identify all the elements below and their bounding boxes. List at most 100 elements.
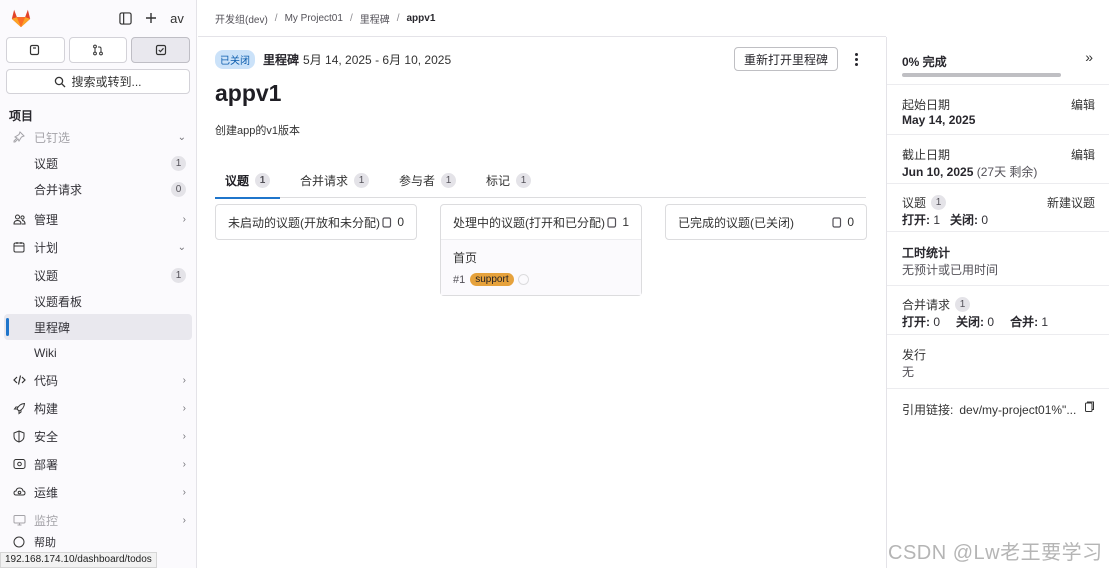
- issues-summary-section: 议题 1 打开: 1 关闭: 0 新建议题: [887, 184, 1109, 232]
- calendar-icon: [12, 240, 26, 254]
- board-count-value: 1: [622, 215, 629, 229]
- sidebar-item-build[interactable]: 构建 ›: [0, 395, 196, 421]
- breadcrumb-item-project[interactable]: My Project01: [285, 13, 343, 24]
- more-actions-kebab-icon[interactable]: [846, 47, 866, 71]
- sidebar-item-label: 议题看板: [34, 294, 83, 309]
- sidebar-item-label: 已钉选: [34, 130, 71, 145]
- breadcrumb-item-group[interactable]: 开发组(dev): [215, 11, 268, 26]
- sidebar-item-label: 运维: [34, 485, 59, 500]
- sidebar-item-label: 部署: [34, 457, 59, 472]
- board-count-value: 0: [847, 215, 854, 229]
- issue-label-pill[interactable]: support: [470, 273, 514, 286]
- edit-start-date-link[interactable]: 编辑: [1071, 96, 1095, 113]
- chevron-right-icon: ›: [182, 486, 186, 498]
- create-new-plus-icon[interactable]: [138, 5, 164, 31]
- issues-tab-icon[interactable]: [6, 37, 65, 63]
- board-header: 未启动的议题(开放和未分配) 0: [216, 205, 416, 239]
- new-issue-link[interactable]: 新建议题: [1047, 194, 1095, 211]
- progress-text: 0% 完成: [902, 55, 947, 69]
- sidebar-quick-tabs: [0, 36, 196, 63]
- sidebar-item-deploy[interactable]: 部署 ›: [0, 451, 196, 477]
- help-icon: [12, 535, 26, 549]
- search-or-goto-button[interactable]: 搜索或转到...: [6, 69, 190, 94]
- board-count-value: 0: [397, 215, 404, 229]
- count-badge: 1: [354, 173, 370, 188]
- progress-section: 0% 完成 »: [887, 37, 1109, 85]
- issue-card-title[interactable]: 首页: [453, 249, 629, 266]
- sidebar-item-label: 帮助: [34, 537, 56, 549]
- sidebar-item-milestones[interactable]: 里程碑: [4, 314, 192, 340]
- tab-merge-requests[interactable]: 合并请求 1: [290, 163, 379, 198]
- sidebar-item-code[interactable]: 代码 ›: [0, 367, 196, 393]
- todos-tab-icon[interactable]: [131, 37, 191, 63]
- rocket-icon: [12, 401, 26, 415]
- milestone-header: 已关闭 里程碑 5月 14, 2025 - 6月 10, 2025 重新打开里程…: [215, 46, 866, 72]
- sidebar-item-wiki[interactable]: Wiki: [0, 340, 196, 366]
- sidebar-item-label: 管理: [34, 212, 59, 227]
- open-label: 打开:: [902, 213, 930, 227]
- due-date-remaining: (27天 剩余): [976, 165, 1038, 179]
- sidebar-item-operate[interactable]: 运维 ›: [0, 479, 196, 505]
- tab-participants[interactable]: 参与者 1: [389, 163, 466, 198]
- status-badge: 已关闭: [215, 49, 255, 69]
- count-badge: 0: [171, 181, 186, 197]
- releases-label: 发行: [902, 348, 927, 362]
- sidebar-top-bar: av: [0, 0, 196, 36]
- due-date-section: 截止日期 Jun 10, 2025 (27天 剩余) 编辑: [887, 135, 1109, 184]
- copy-reference-icon[interactable]: [1084, 401, 1095, 416]
- reference-section: 引用链接: dev/my-project01%"...: [887, 389, 1109, 427]
- progress-bar: [902, 73, 1061, 77]
- sidebar-item-pinned[interactable]: 已钉选 ⌄: [0, 124, 196, 150]
- open-issues-value: 1: [933, 213, 941, 227]
- board-count: 1: [607, 215, 629, 229]
- reopen-milestone-button[interactable]: 重新打开里程碑: [733, 47, 838, 71]
- sidebar-item-security[interactable]: 安全 ›: [0, 423, 196, 449]
- edit-due-date-link[interactable]: 编辑: [1071, 146, 1095, 163]
- start-date-value: May 14, 2025: [902, 113, 976, 127]
- merge-requests-tab-icon[interactable]: [68, 37, 128, 63]
- board-title: 已完成的议题(已关闭): [678, 215, 794, 230]
- sidebar-item-label: 构建: [34, 401, 59, 416]
- issue-card-meta: #1 support: [453, 273, 629, 286]
- tab-label: 议题: [225, 174, 250, 188]
- breadcrumb-item-milestones[interactable]: 里程碑: [360, 11, 390, 26]
- due-date-value: Jun 10, 2025: [902, 165, 974, 179]
- board-column-ongoing: 处理中的议题(打开和已分配) 1 首页 #1 support: [440, 204, 642, 296]
- sidebar-item-help[interactable]: 帮助: [0, 535, 196, 549]
- breadcrumb-item-current[interactable]: appv1: [407, 13, 436, 24]
- cloud-gear-icon: [12, 485, 26, 499]
- breadcrumb: 开发组(dev) / My Project01 / 里程碑 / appv1: [198, 0, 886, 37]
- breadcrumb-separator: /: [349, 12, 353, 24]
- tab-issues[interactable]: 议题 1: [215, 163, 281, 199]
- count-badge: 1: [171, 267, 186, 283]
- releases-value: 无: [902, 365, 915, 379]
- chevron-right-icon: ›: [182, 213, 186, 225]
- board-header: 处理中的议题(打开和已分配) 1: [441, 205, 641, 239]
- chevron-down-icon: ⌄: [177, 131, 186, 143]
- sidebar-item-pinned-issues[interactable]: 议题 1: [0, 150, 196, 176]
- sidebar-item-label: 里程碑: [34, 320, 71, 335]
- issue-card[interactable]: 首页 #1 support: [441, 239, 641, 295]
- user-avatar[interactable]: av: [166, 7, 188, 29]
- closed-label: 关闭:: [950, 213, 979, 227]
- sidebar-item-monitor[interactable]: 监控 ›: [0, 507, 196, 533]
- sidebar-item-manage[interactable]: 管理 ›: [0, 206, 196, 232]
- toggle-sidebar-icon[interactable]: [112, 5, 138, 31]
- sidebar-item-plan-issues[interactable]: 议题 1: [0, 262, 196, 288]
- gitlab-logo-icon[interactable]: [10, 7, 32, 29]
- due-date-label: 截止日期: [902, 148, 951, 162]
- watermark-text: CSDN @Lw老王要学习: [888, 542, 1103, 564]
- board-column-completed: 已完成的议题(已关闭) 0: [665, 204, 867, 240]
- issues-icon: [832, 216, 842, 228]
- mr-merged-label: 合并:: [1010, 315, 1039, 329]
- milestone-label: 里程碑: [263, 52, 300, 67]
- tab-labels[interactable]: 标记 1: [476, 163, 541, 198]
- issues-icon: [382, 216, 392, 228]
- count-badge: 1: [516, 173, 532, 188]
- sidebar-item-plan[interactable]: 计划 ⌄: [0, 234, 196, 260]
- time-tracking-title: 工时统计: [902, 246, 951, 260]
- merge-requests-label: 合并请求: [902, 298, 951, 312]
- sidebar-item-issue-boards[interactable]: 议题看板: [0, 288, 196, 314]
- collapse-sidebar-icon[interactable]: »: [1085, 49, 1093, 65]
- sidebar-item-pinned-merge-requests[interactable]: 合并请求 0: [0, 176, 196, 202]
